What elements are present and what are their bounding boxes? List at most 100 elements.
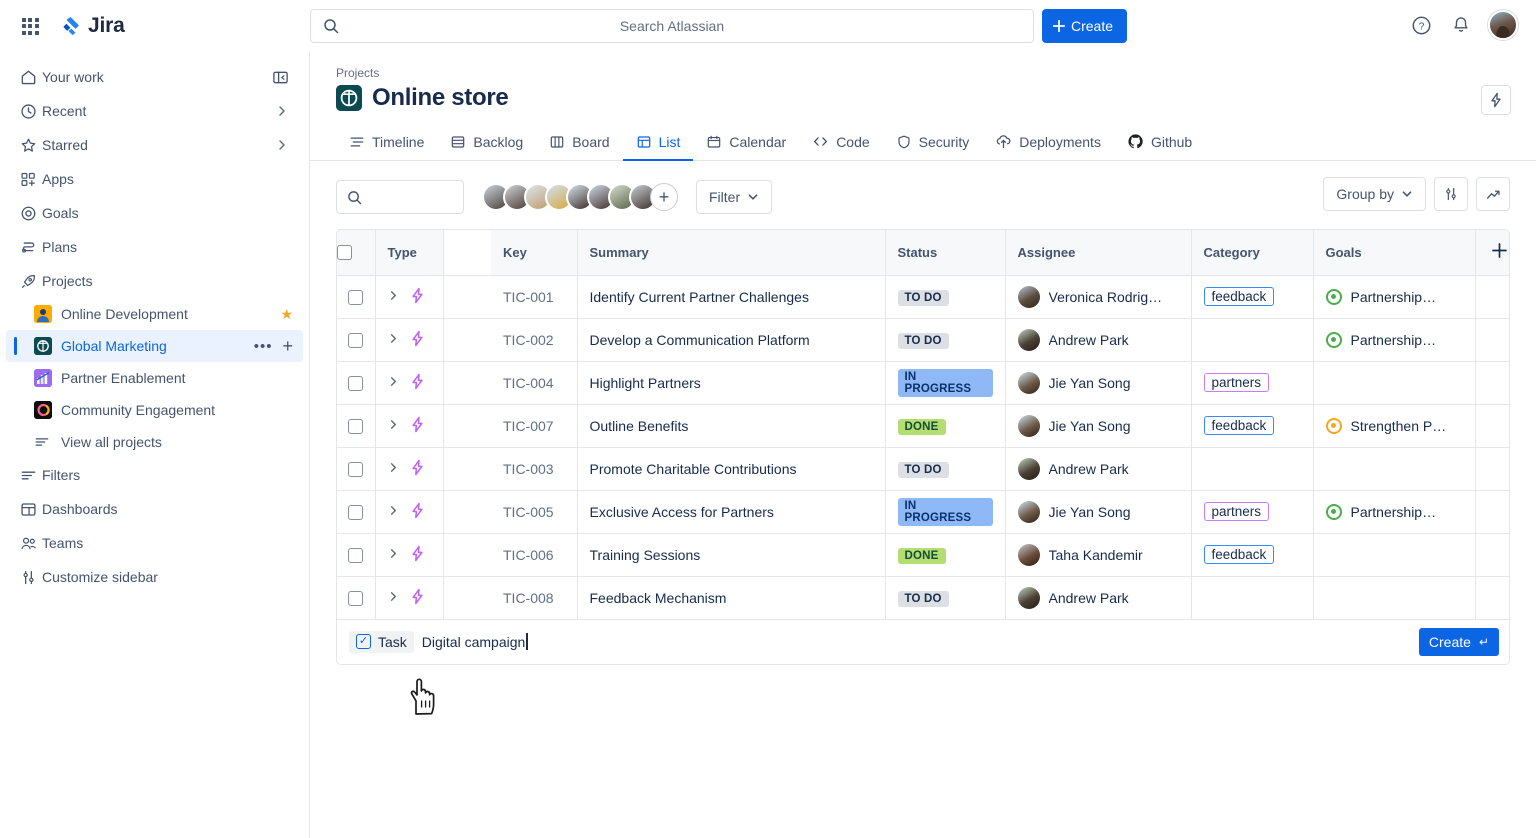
issue-summary[interactable]: Exclusive Access for Partners — [590, 504, 774, 520]
row-checkbox[interactable] — [348, 505, 363, 520]
row-goals-cell[interactable] — [1313, 447, 1475, 490]
issue-summary[interactable]: Identify Current Partner Challenges — [590, 289, 809, 305]
row-status-cell[interactable]: IN PROGRESS — [885, 490, 1005, 533]
sidebar-view-all-projects[interactable]: View all projects — [6, 426, 303, 458]
row-status-cell[interactable]: TO DO — [885, 447, 1005, 490]
row-checkbox[interactable] — [348, 419, 363, 434]
sidebar-item-goals[interactable]: Goals — [6, 196, 303, 230]
row-goals-cell[interactable]: Partnership… — [1313, 275, 1475, 318]
row-category-cell[interactable]: partners — [1191, 361, 1313, 404]
row-checkbox[interactable] — [348, 591, 363, 606]
chevron-right-icon[interactable] — [275, 104, 289, 118]
row-key-cell[interactable]: TIC-005 — [491, 490, 577, 533]
column-header-assignee[interactable]: Assignee — [1005, 230, 1191, 275]
row-goals-cell[interactable] — [1313, 533, 1475, 576]
row-category-cell[interactable] — [1191, 447, 1313, 490]
row-assignee-cell[interactable]: Andrew Park — [1005, 576, 1191, 619]
issue-type-icon[interactable] — [409, 287, 426, 307]
row-goals-cell[interactable]: Partnership… — [1313, 490, 1475, 533]
row-assignee-cell[interactable]: Veronica Rodrig… — [1005, 275, 1191, 318]
row-checkbox[interactable] — [348, 462, 363, 477]
issue-summary[interactable]: Develop a Communication Platform — [590, 332, 810, 348]
status-badge[interactable]: IN PROGRESS — [898, 369, 993, 397]
column-header-summary[interactable]: Summary — [577, 230, 885, 275]
row-assignee-cell[interactable]: Jie Yan Song — [1005, 404, 1191, 447]
status-badge[interactable]: TO DO — [898, 333, 949, 349]
column-header-type[interactable]: Type — [375, 230, 443, 275]
column-header-key[interactable]: Key — [491, 230, 577, 275]
tab-board[interactable]: Board — [536, 124, 622, 161]
issue-key[interactable]: TIC-002 — [503, 332, 554, 348]
row-summary-cell[interactable]: Identify Current Partner Challenges — [577, 275, 885, 318]
row-category-cell[interactable]: partners — [1191, 490, 1313, 533]
issue-summary[interactable]: Training Sessions — [590, 547, 701, 563]
expand-row-icon[interactable] — [388, 548, 399, 561]
jira-home-link[interactable]: Jira — [60, 14, 125, 38]
tab-calendar[interactable]: Calendar — [693, 124, 799, 161]
issue-key[interactable]: TIC-003 — [503, 461, 554, 477]
row-key-cell[interactable]: TIC-006 — [491, 533, 577, 576]
sidebar-item-plans[interactable]: Plans — [6, 230, 303, 264]
inline-create-button[interactable]: Create ↵ — [1419, 628, 1499, 656]
tab-backlog[interactable]: Backlog — [437, 124, 536, 161]
row-summary-cell[interactable]: Training Sessions — [577, 533, 885, 576]
row-summary-cell[interactable]: Exclusive Access for Partners — [577, 490, 885, 533]
issue-type-selector[interactable]: ✓ Task — [349, 631, 414, 653]
table-row[interactable]: TIC-005 Exclusive Access for Partners IN P… — [337, 490, 1510, 533]
row-category-cell[interactable] — [1191, 318, 1313, 361]
row-category-cell[interactable]: feedback — [1191, 533, 1313, 576]
select-all-checkbox[interactable] — [337, 245, 352, 260]
global-search[interactable]: Search Atlassian — [310, 9, 1034, 43]
row-checkbox[interactable] — [348, 333, 363, 348]
issue-type-icon[interactable] — [409, 416, 426, 436]
insights-button[interactable] — [1476, 177, 1510, 211]
issue-summary[interactable]: Outline Benefits — [590, 418, 689, 434]
sidebar-item-apps[interactable]: Apps — [6, 162, 303, 196]
row-category-cell[interactable]: feedback — [1191, 275, 1313, 318]
status-badge[interactable]: TO DO — [898, 290, 949, 306]
status-badge[interactable]: DONE — [898, 548, 946, 564]
app-switcher-icon[interactable] — [14, 10, 46, 42]
project-add-icon[interactable]: + — [282, 337, 293, 355]
issue-key[interactable]: TIC-006 — [503, 547, 554, 563]
row-assignee-cell[interactable]: Taha Kandemir — [1005, 533, 1191, 576]
expand-row-icon[interactable] — [388, 591, 399, 604]
sidebar-project-community-engagement[interactable]: Community Engagement — [6, 394, 303, 426]
list-search-input[interactable] — [336, 180, 464, 214]
row-status-cell[interactable]: TO DO — [885, 318, 1005, 361]
category-tag[interactable]: feedback — [1204, 416, 1275, 435]
row-goals-cell[interactable] — [1313, 361, 1475, 404]
tab-code[interactable]: Code — [799, 124, 882, 161]
sidebar-project-partner-enablement[interactable]: Partner Enablement — [6, 362, 303, 394]
issue-type-icon[interactable] — [409, 459, 426, 479]
status-badge[interactable]: DONE — [898, 419, 946, 435]
filter-button[interactable]: Filter — [696, 180, 772, 214]
row-key-cell[interactable]: TIC-002 — [491, 318, 577, 361]
row-key-cell[interactable]: TIC-004 — [491, 361, 577, 404]
issue-key[interactable]: TIC-005 — [503, 504, 554, 520]
tab-timeline[interactable]: Timeline — [336, 124, 437, 161]
help-icon[interactable]: ? — [1408, 12, 1434, 38]
group-by-button[interactable]: Group by — [1323, 177, 1426, 211]
profile-avatar[interactable] — [1488, 10, 1518, 40]
category-tag[interactable]: feedback — [1204, 287, 1275, 306]
expand-row-icon[interactable] — [388, 376, 399, 389]
column-header-status[interactable]: Status — [885, 230, 1005, 275]
issue-summary[interactable]: Highlight Partners — [590, 375, 701, 391]
row-checkbox[interactable] — [348, 548, 363, 563]
row-status-cell[interactable]: TO DO — [885, 576, 1005, 619]
row-assignee-cell[interactable]: Andrew Park — [1005, 318, 1191, 361]
tab-list[interactable]: List — [623, 124, 694, 161]
row-assignee-cell[interactable]: Andrew Park — [1005, 447, 1191, 490]
sidebar-item-your-work[interactable]: Your work — [6, 60, 303, 94]
sidebar-project-online-development[interactable]: Online Development ★ — [6, 298, 303, 330]
issue-key[interactable]: TIC-004 — [503, 375, 554, 391]
status-badge[interactable]: IN PROGRESS — [898, 498, 993, 526]
add-people-button[interactable]: + — [650, 183, 678, 211]
global-search-box[interactable]: Search Atlassian — [310, 9, 1034, 43]
expand-row-icon[interactable] — [388, 333, 399, 346]
issue-type-icon[interactable] — [409, 373, 426, 393]
expand-row-icon[interactable] — [388, 419, 399, 432]
row-summary-cell[interactable]: Highlight Partners — [577, 361, 885, 404]
row-assignee-cell[interactable]: Jie Yan Song — [1005, 490, 1191, 533]
